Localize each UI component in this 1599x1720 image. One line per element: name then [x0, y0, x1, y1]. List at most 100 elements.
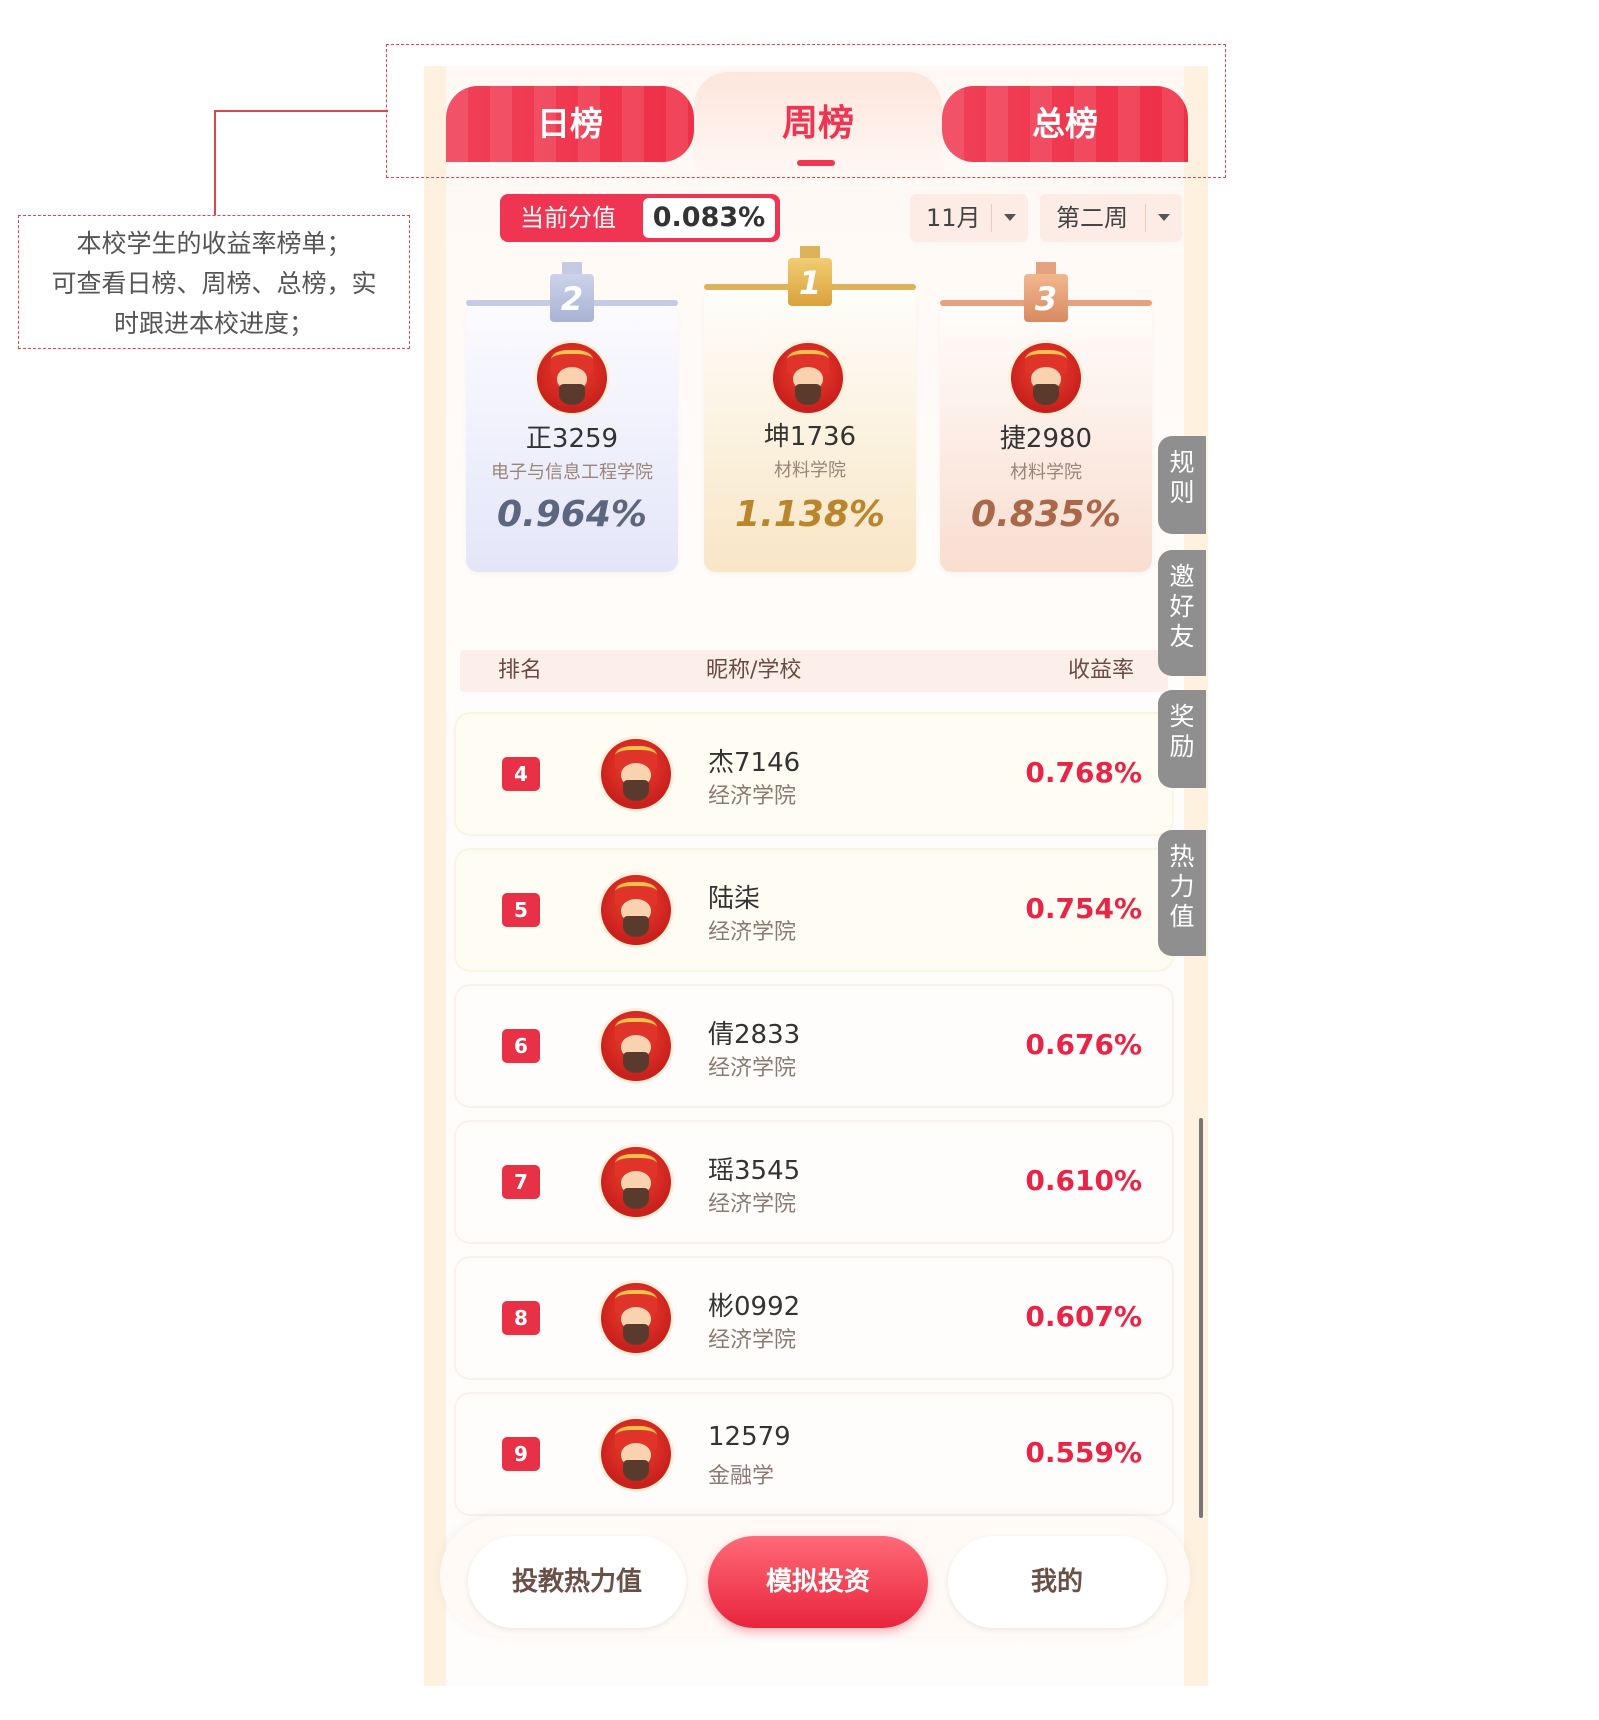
nav-simulated-investment[interactable]: 模拟投资	[708, 1536, 928, 1628]
side-char: 热	[1169, 842, 1195, 871]
row-name: 12579	[708, 1422, 791, 1452]
current-score-label: 当前分值	[520, 204, 616, 232]
crown-icon	[1036, 262, 1056, 274]
list-item[interactable]: 9 12579 金融学 0.559%	[456, 1394, 1172, 1514]
annotation-line: 可查看日榜、周榜、总榜，实	[51, 269, 377, 298]
row-rate: 0.754%	[1025, 892, 1142, 925]
avatar	[598, 1280, 674, 1356]
dropdown-caret-icon	[1004, 214, 1016, 221]
crown-icon	[562, 262, 582, 274]
side-char: 邀	[1169, 562, 1195, 591]
side-char: 则	[1169, 478, 1195, 507]
avatar-icon	[598, 1144, 674, 1220]
week-select-value: 第二周	[1056, 204, 1128, 232]
nav-mine[interactable]: 我的	[948, 1536, 1166, 1628]
annotation-connector	[214, 110, 216, 215]
avatar-icon	[598, 1280, 674, 1356]
rank-badge: 7	[502, 1165, 540, 1199]
row-school: 金融学	[708, 1464, 775, 1489]
crown-icon	[800, 246, 820, 258]
row-rate: 0.610%	[1025, 1164, 1142, 1197]
podium-first[interactable]: 1 坤1736 材料学院 1.138%	[704, 246, 916, 572]
avatar	[598, 1008, 674, 1084]
row-name: 瑶3545	[708, 1156, 801, 1186]
leaderboard-panel: 日榜 总榜 周榜 当前分值 0.083% 11月 第二周 2 正3259 电子与…	[446, 66, 1188, 1686]
side-char: 奖	[1169, 702, 1195, 731]
dropdown-caret-icon	[1158, 214, 1170, 221]
avatar-icon	[598, 736, 674, 812]
annotation-connector	[214, 110, 388, 112]
podium-school: 材料学院	[1010, 462, 1082, 483]
heat-value-button[interactable]: 热 力 值	[1158, 830, 1206, 956]
select-divider	[1145, 204, 1146, 232]
podium-name: 正3259	[525, 424, 619, 454]
annotation-line: 时跟进本校进度；	[113, 309, 314, 338]
nav-education-heat[interactable]: 投教热力值	[468, 1536, 686, 1628]
podium-name: 坤1736	[763, 422, 857, 452]
row-name: 彬0992	[708, 1292, 801, 1322]
avatar	[770, 340, 846, 416]
row-rate: 0.559%	[1025, 1436, 1142, 1469]
rank-badge: 2	[550, 274, 594, 322]
podium-second[interactable]: 2 正3259 电子与信息工程学院 0.964%	[466, 262, 678, 572]
bottom-nav: 投教热力值 模拟投资 我的	[440, 1516, 1190, 1636]
row-rate: 0.607%	[1025, 1300, 1142, 1333]
tab-total[interactable]: 总榜	[942, 86, 1188, 162]
list-header: 排名 昵称/学校 收益率	[460, 650, 1168, 692]
row-name: 倩2833	[708, 1020, 801, 1050]
avatar	[598, 872, 674, 948]
side-char: 励	[1169, 732, 1195, 761]
avatar-icon	[1008, 340, 1084, 416]
row-rate: 0.768%	[1025, 756, 1142, 789]
tab-daily[interactable]: 日榜	[446, 86, 694, 162]
current-score: 当前分值 0.083%	[500, 194, 780, 242]
rank-badge: 5	[502, 893, 540, 927]
week-select[interactable]: 第二周	[1040, 194, 1182, 242]
tab-active-indicator	[797, 160, 835, 166]
podium-school: 材料学院	[774, 460, 846, 481]
avatar-icon	[770, 340, 846, 416]
list-item[interactable]: 6 倩2833 经济学院 0.676%	[456, 986, 1172, 1106]
podium-rate: 0.835%	[971, 494, 1121, 535]
side-char: 友	[1169, 622, 1195, 651]
tab-weekly-label: 周榜	[781, 103, 854, 144]
annotation-note: 本校学生的收益率榜单； 可查看日榜、周榜、总榜，实 时跟进本校进度；	[18, 215, 410, 349]
row-name: 杰7146	[708, 748, 801, 778]
select-divider	[991, 204, 992, 232]
rank-badge: 3	[1024, 274, 1068, 322]
avatar	[534, 340, 610, 416]
rewards-button[interactable]: 奖 励	[1158, 690, 1206, 788]
avatar-icon	[534, 340, 610, 416]
podium-third[interactable]: 3 捷2980 材料学院 0.835%	[940, 262, 1152, 572]
avatar-icon	[598, 1416, 674, 1492]
row-rate: 0.676%	[1025, 1028, 1142, 1061]
month-select-value: 11月	[926, 204, 981, 232]
list-item[interactable]: 8 彬0992 经济学院 0.607%	[456, 1258, 1172, 1378]
tab-weekly[interactable]: 周榜	[694, 72, 942, 172]
podium-rate: 0.964%	[497, 494, 647, 535]
annotation-line: 本校学生的收益率榜单；	[76, 229, 352, 258]
row-school: 经济学院	[708, 1192, 797, 1217]
row-school: 经济学院	[708, 1056, 797, 1081]
month-select[interactable]: 11月	[910, 194, 1028, 242]
scrollbar[interactable]	[1199, 1118, 1203, 1518]
invite-friends-button[interactable]: 邀 好 友	[1158, 550, 1206, 676]
row-school: 经济学院	[708, 784, 797, 809]
podium-rate: 1.138%	[735, 494, 885, 535]
side-char: 规	[1169, 448, 1195, 477]
avatar	[598, 1416, 674, 1492]
podium-school: 电子与信息工程学院	[491, 462, 653, 483]
list-item[interactable]: 4 杰7146 经济学院 0.768%	[456, 714, 1172, 834]
row-school: 经济学院	[708, 1328, 797, 1353]
rank-badge: 1	[788, 258, 832, 306]
podium-name: 捷2980	[999, 424, 1093, 454]
rules-button[interactable]: 规 则	[1158, 436, 1206, 534]
avatar-icon	[598, 1008, 674, 1084]
side-char: 力	[1169, 872, 1195, 901]
list-item[interactable]: 5 陆柒 经济学院 0.754%	[456, 850, 1172, 970]
side-char: 好	[1169, 592, 1195, 621]
avatar	[598, 1144, 674, 1220]
list-item[interactable]: 7 瑶3545 经济学院 0.610%	[456, 1122, 1172, 1242]
rank-badge: 6	[502, 1029, 540, 1063]
header-name-school: 昵称/学校	[706, 658, 802, 683]
